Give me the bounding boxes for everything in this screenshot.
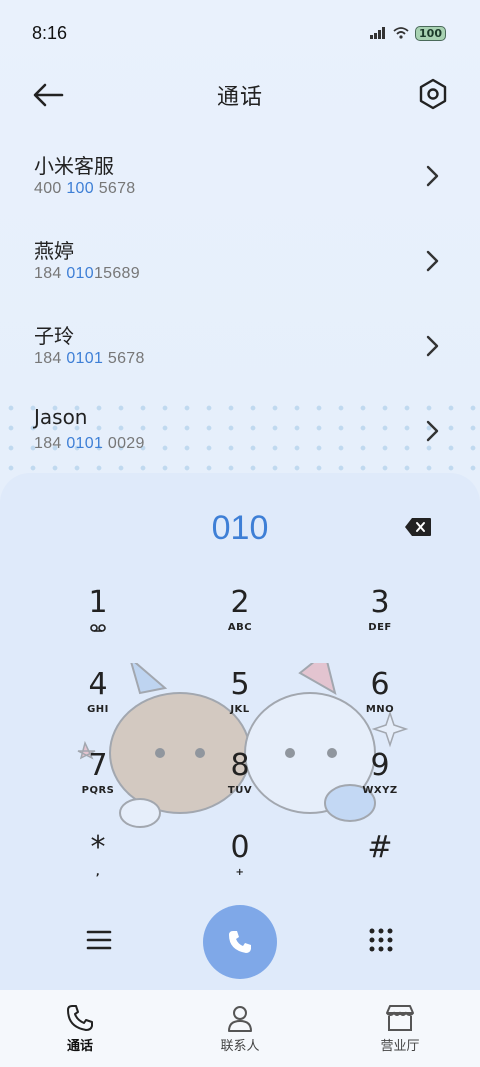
dial-key-hash[interactable]: # [320, 830, 440, 906]
backspace-icon[interactable] [404, 517, 432, 537]
wifi-icon [393, 27, 409, 39]
list-item[interactable]: Jason 184 0101 0029 [0, 389, 480, 474]
contact-number: 184 01015689 [34, 265, 140, 282]
status-icons: 100 [369, 25, 446, 41]
dial-key-7[interactable]: 7 PQRS [38, 748, 158, 824]
dial-key-6[interactable]: 6 MNO [320, 667, 440, 743]
list-item[interactable]: 子玲 184 0101 5678 [0, 304, 480, 389]
dial-key-3[interactable]: 3 DEF [320, 585, 440, 661]
dial-key-1[interactable]: 1 [38, 585, 158, 661]
signal-icon [370, 27, 386, 39]
call-button[interactable] [203, 905, 277, 979]
contact-name: Jason [34, 405, 88, 429]
chevron-right-icon [426, 165, 439, 187]
list-item[interactable]: 小米客服 400 100 5678 [0, 134, 480, 219]
store-icon [386, 1005, 414, 1031]
chevron-right-icon [426, 250, 439, 272]
phone-icon [229, 931, 251, 953]
dial-key-0[interactable]: 0 + [180, 830, 300, 906]
nav-calls[interactable]: 通话 [20, 1003, 140, 1054]
nav-label: 营业厅 [380, 1039, 420, 1054]
contact-number: 184 0101 5678 [34, 350, 145, 367]
dial-key-4[interactable]: 4 GHI [38, 667, 158, 743]
dial-key-9[interactable]: 9 WXYZ [320, 748, 440, 824]
contact-name: 燕婷 [34, 239, 74, 263]
voicemail-icon [90, 624, 106, 632]
contact-name: 小米客服 [34, 154, 114, 178]
bottom-nav: 通话 联系人 营业厅 [0, 990, 480, 1067]
contact-name: 子玲 [34, 324, 74, 348]
nav-store[interactable]: 营业厅 [340, 1003, 460, 1054]
person-icon [228, 1006, 252, 1032]
status-time: 8:16 [32, 22, 68, 43]
dial-key-star[interactable]: * , [38, 830, 158, 906]
header: 通话 [0, 66, 480, 124]
contact-list: 小米客服 400 100 5678 燕婷 184 01015689 子玲 184… [0, 134, 480, 474]
settings-icon[interactable] [416, 77, 450, 111]
dial-key-5[interactable]: 5 JKL [180, 667, 300, 743]
battery-indicator: 100 [415, 25, 446, 41]
back-arrow-icon[interactable] [30, 79, 66, 111]
menu-icon[interactable] [84, 925, 114, 955]
chevron-right-icon [426, 335, 439, 357]
status-bar: 8:16 100 [0, 0, 480, 66]
dialpad-toggle-icon[interactable] [366, 925, 396, 955]
contact-number: 400 100 5678 [34, 180, 136, 197]
dial-key-2[interactable]: 2 ABC [180, 585, 300, 661]
page-title: 通话 [216, 85, 263, 110]
dial-key-8[interactable]: 8 TUV [180, 748, 300, 824]
contact-number: 184 0101 0029 [34, 435, 145, 452]
nav-label: 通话 [66, 1039, 93, 1054]
list-item[interactable]: 燕婷 184 01015689 [0, 219, 480, 304]
nav-contacts[interactable]: 联系人 [180, 1003, 300, 1054]
nav-label: 联系人 [220, 1039, 260, 1054]
phone-icon [67, 1005, 93, 1031]
dialpad-panel: 010 1 2 ABC 3 DEF 4 GHI 5 JKL 6 MNO 7 PQ… [0, 473, 480, 993]
chevron-right-icon [426, 420, 439, 442]
